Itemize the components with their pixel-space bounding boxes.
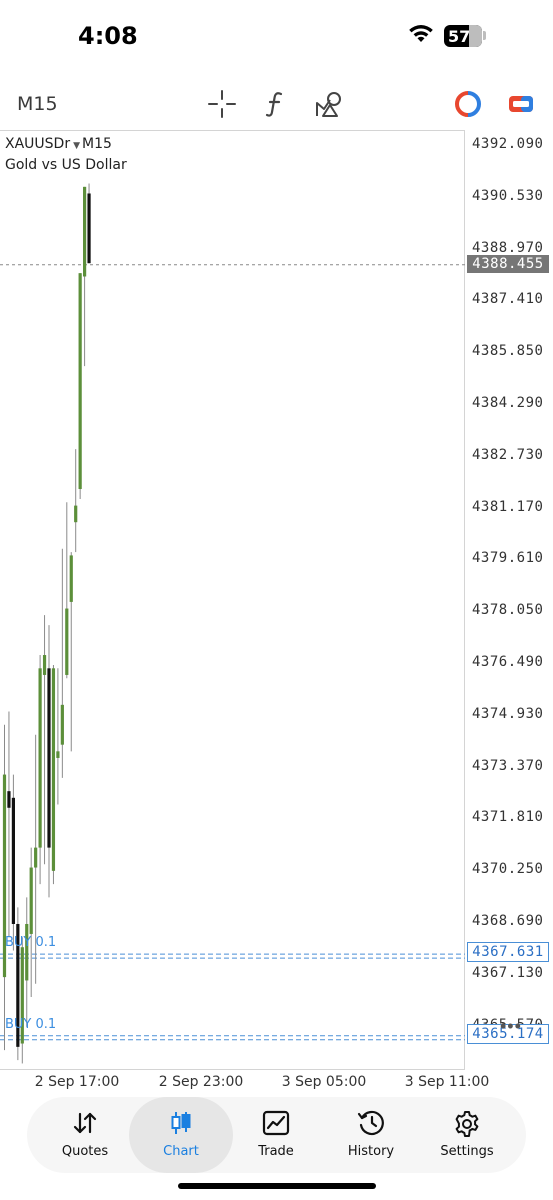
one-click-trading-icon[interactable] [452, 88, 484, 120]
chart-type-icon[interactable] [505, 88, 537, 120]
chart-area[interactable]: XAUUSDr ▼ M15 Gold vs US Dollar 4392.090 43… [0, 130, 553, 1070]
nav-quotes[interactable]: Quotes [37, 1097, 133, 1173]
candle-body [7, 791, 11, 808]
candle-body [38, 668, 42, 848]
nav-label: Settings [440, 1144, 494, 1159]
candle-body [25, 923, 29, 981]
price-axis-label: 4390.530 [472, 187, 544, 204]
crosshair-icon[interactable] [206, 88, 238, 120]
candle-body [51, 668, 56, 871]
price-axis-label: 4388.970 [472, 239, 544, 256]
candle-body [65, 608, 69, 675]
objects-icon[interactable] [313, 88, 345, 120]
symbol-name: XAUUSDr [5, 136, 71, 152]
symbol-description: Gold vs US Dollar [5, 157, 127, 173]
nav-chart[interactable]: Chart [129, 1097, 233, 1173]
more-options-icon[interactable]: ••• [500, 1016, 522, 1037]
indicator-function-icon[interactable] [260, 88, 292, 120]
nav-trade[interactable]: Trade [228, 1097, 324, 1173]
price-axis-label: 4370.250 [472, 861, 544, 878]
trade-chart-icon [262, 1110, 290, 1136]
candlestick-chart[interactable] [0, 130, 465, 1070]
battery-level: 57 [448, 27, 471, 46]
symbol-dropdown-icon: ▼ [73, 141, 81, 151]
candlestick-icon [171, 1112, 191, 1134]
symbol-timeframe: M15 [82, 136, 112, 152]
candle-body [47, 668, 51, 848]
symbol-header[interactable]: XAUUSDr ▼ M15 [5, 136, 112, 152]
order-price-label[interactable]: 4367.631 [467, 942, 549, 962]
nav-label: Trade [258, 1144, 294, 1159]
time-axis: 2 Sep 17:00 2 Sep 23:00 3 Sep 05:00 3 Se… [0, 1072, 553, 1094]
time-label: 2 Sep 17:00 [34, 1074, 120, 1090]
price-axis-label: 4367.130 [472, 964, 544, 981]
candle-body [56, 751, 60, 758]
bottom-navigation: Quotes Chart Trade History Settings [27, 1097, 526, 1173]
nav-settings[interactable]: Settings [419, 1097, 515, 1173]
price-axis-label: 4384.290 [472, 395, 544, 411]
chart-toolbar: M15 [0, 80, 553, 128]
price-axis-label: 4374.930 [472, 705, 544, 722]
home-indicator [178, 1183, 376, 1189]
price-axis-label: 4371.810 [472, 809, 544, 826]
order-label[interactable]: BUY 0.1 [5, 1017, 56, 1032]
price-axis-label: 4387.410 [472, 291, 544, 308]
status-bar: 4:08 57 [0, 0, 553, 75]
nav-label: Chart [163, 1144, 199, 1159]
price-axis-label: 4382.730 [472, 446, 544, 463]
price-axis-label: 4379.610 [472, 550, 544, 567]
price-axis-label: 4378.050 [472, 602, 544, 619]
battery-icon: 57 [444, 25, 482, 47]
price-axis-label: 4376.490 [472, 654, 544, 670]
candle-body [60, 704, 64, 745]
price-axis-label: 4385.850 [472, 343, 544, 360]
candle-body [29, 867, 33, 934]
wifi-icon [409, 25, 433, 42]
candle-body [34, 847, 38, 868]
quotes-arrows-icon [73, 1112, 97, 1134]
time-label: 3 Sep 05:00 [281, 1074, 367, 1090]
candle-body [74, 505, 78, 523]
price-axis-label: 4381.170 [472, 498, 544, 515]
order-label[interactable]: BUY 0.1 [5, 935, 56, 950]
nav-label: History [347, 1144, 395, 1159]
nav-history[interactable]: History [323, 1097, 419, 1173]
price-axis-label: 4373.370 [472, 757, 544, 774]
time-label: 2 Sep 23:00 [158, 1074, 244, 1090]
price-axis-label: 4368.690 [472, 913, 544, 929]
candle-body [78, 273, 82, 490]
gear-icon [455, 1111, 479, 1137]
history-clock-icon [357, 1110, 384, 1136]
candle-body [87, 193, 91, 264]
candle-body [11, 797, 15, 924]
price-axis-label: 4392.090 [472, 136, 544, 152]
candle-body [42, 655, 47, 675]
nav-label: Quotes [61, 1144, 109, 1159]
time-label: 3 Sep 11:00 [404, 1074, 490, 1090]
status-time: 4:08 [78, 22, 138, 50]
current-price-label: 4388.455 [467, 255, 549, 273]
timeframe-selector[interactable]: M15 [17, 93, 58, 115]
candle-body [69, 555, 73, 602]
candle-body [83, 186, 87, 277]
